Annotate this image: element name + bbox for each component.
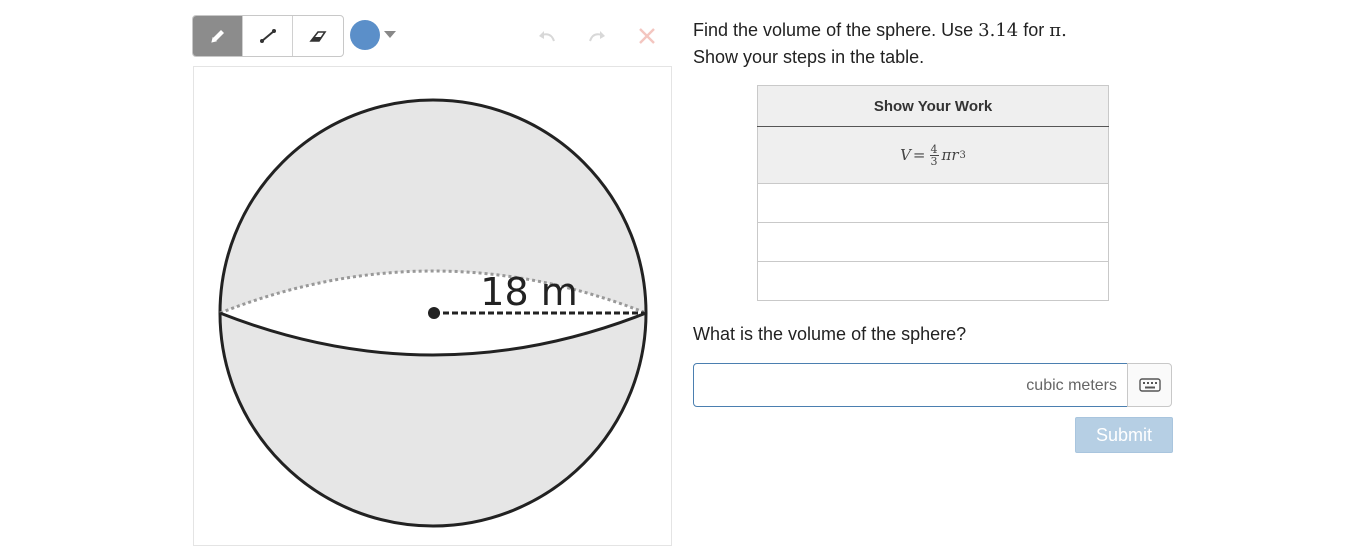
tool-group [192, 15, 344, 57]
line-icon [259, 29, 276, 43]
prompt-text-a: Find the volume of the sphere. Use [693, 20, 979, 40]
work-row-input[interactable] [757, 183, 1109, 223]
clear-button[interactable] [634, 23, 660, 49]
undo-icon [539, 31, 555, 42]
pi-value: 3.14 [978, 20, 1019, 41]
chevron-down-icon[interactable] [384, 31, 396, 39]
line-tool-button[interactable] [243, 16, 293, 56]
center-point [428, 307, 440, 319]
formula-lhs: V [900, 146, 911, 164]
unit-label: cubic meters [1026, 377, 1117, 394]
undo-button[interactable] [534, 23, 560, 49]
formula-r: r [951, 146, 959, 164]
submit-button[interactable]: Submit [1075, 417, 1173, 453]
formula-pi: π [941, 146, 952, 164]
prompt-text-c: . [1061, 20, 1067, 41]
work-row-input[interactable] [757, 261, 1109, 301]
radius-label: 18 m [480, 270, 577, 314]
volume-question: What is the volume of the sphere? [693, 324, 967, 344]
answer-field[interactable]: cubic meters [693, 363, 1128, 407]
formula-equals: = [912, 146, 926, 164]
eraser-icon [309, 31, 327, 42]
pi-symbol: π [1049, 20, 1062, 41]
keyboard-icon [1138, 378, 1161, 392]
pencil-tool-button[interactable] [193, 16, 243, 56]
eraser-tool-button[interactable] [293, 16, 343, 56]
redo-button[interactable] [584, 23, 610, 49]
show-work-table: Show Your Work V = 4 3 πr3 [757, 85, 1109, 301]
redo-icon [589, 31, 605, 42]
keyboard-button[interactable] [1127, 363, 1172, 407]
prompt-line-2: Show your steps in the table. [693, 47, 925, 67]
work-row-input[interactable] [757, 222, 1109, 262]
question-prompt: Find the volume of the sphere. Use 3.14 … [693, 17, 1133, 70]
answer-input[interactable] [702, 372, 1006, 400]
formula-cell: V = 4 3 πr3 [757, 126, 1109, 184]
drawing-canvas[interactable]: 18 m [193, 66, 672, 546]
pencil-icon [210, 30, 224, 43]
table-header: Show Your Work [757, 85, 1109, 127]
prompt-text-b: for [1018, 20, 1050, 40]
color-picker-swatch[interactable] [350, 20, 380, 50]
formula-exponent: 3 [959, 149, 966, 161]
fraction-numerator: 4 [929, 142, 939, 156]
prompt-line-1: Find the volume of the sphere. Use 3.14 … [693, 17, 1133, 44]
sphere-figure: 18 m [218, 98, 648, 528]
close-icon [639, 28, 655, 44]
volume-formula: V = 4 3 πr3 [900, 144, 966, 167]
formula-fraction: 4 3 [929, 142, 939, 168]
fraction-denominator: 3 [930, 154, 938, 168]
